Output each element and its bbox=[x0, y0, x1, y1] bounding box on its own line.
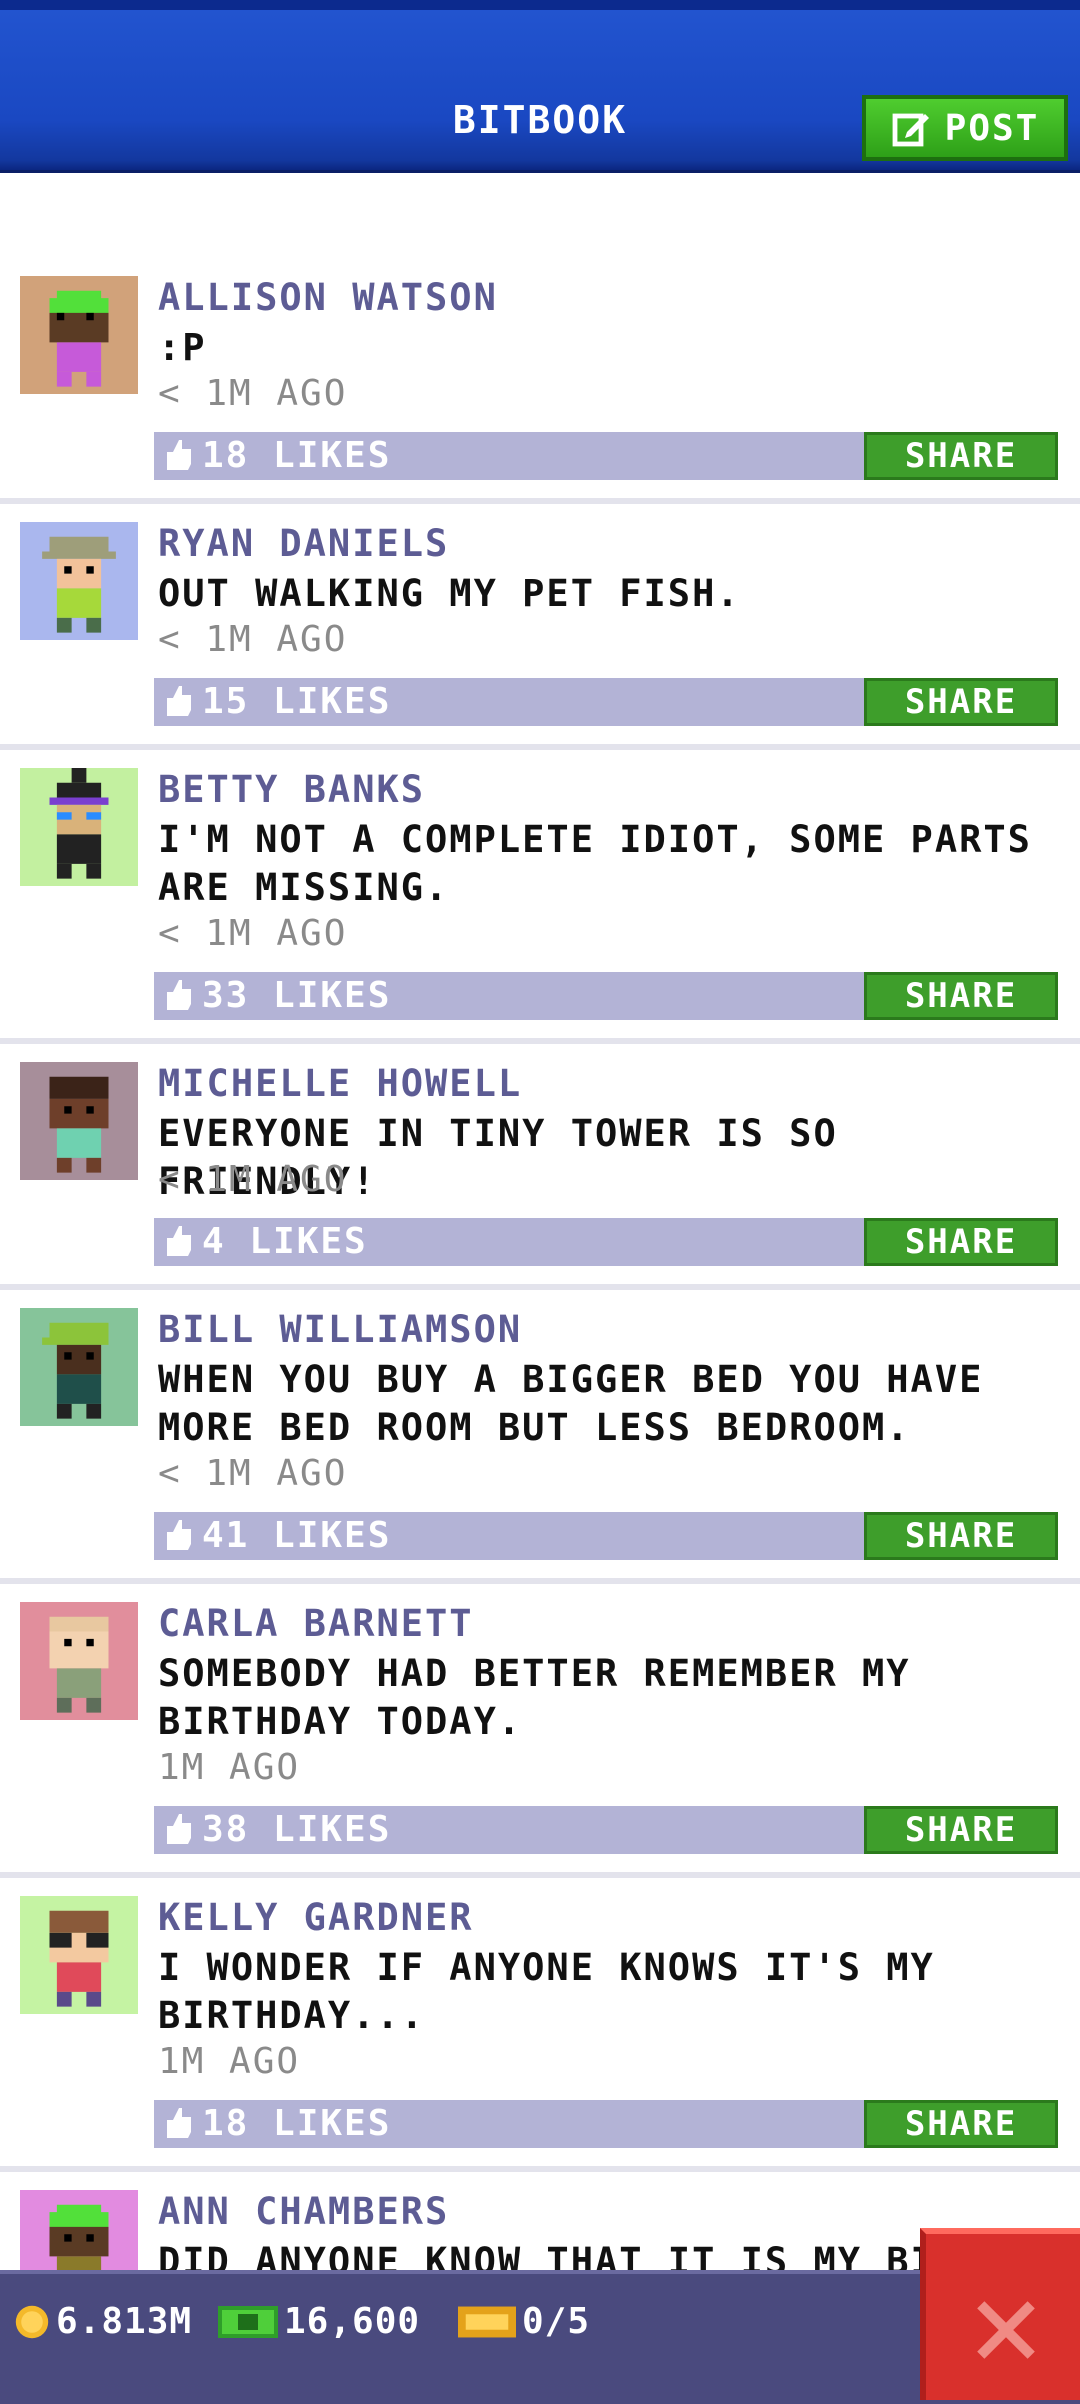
avatar bbox=[20, 1896, 138, 2014]
share-button[interactable]: SHARE bbox=[864, 678, 1058, 726]
thumbs-up-icon[interactable] bbox=[164, 686, 194, 716]
post-button-label: POST bbox=[944, 107, 1040, 149]
post-author[interactable]: KELLY GARDNER bbox=[158, 1896, 474, 1940]
avatar bbox=[20, 768, 138, 886]
post-time: < 1M AGO bbox=[158, 373, 348, 414]
share-button[interactable]: SHARE bbox=[864, 2100, 1058, 2148]
post-message: :P bbox=[158, 326, 207, 369]
ticket-balance: 0/5 bbox=[458, 2292, 590, 2352]
thumbs-up-icon[interactable] bbox=[164, 1226, 194, 1256]
post-time: < 1M AGO bbox=[158, 913, 348, 954]
avatar bbox=[20, 522, 138, 640]
bux-amount: 16,600 bbox=[284, 2301, 421, 2342]
avatar bbox=[20, 1602, 138, 1720]
app-header: BITBOOK POST bbox=[0, 0, 1080, 173]
post-button[interactable]: POST bbox=[862, 95, 1068, 161]
like-count: 18 LIKES bbox=[202, 2103, 392, 2144]
post-message: I'M NOT A COMPLETE IDIOT, SOME PARTS ARE… bbox=[158, 818, 1032, 909]
thumbs-up-icon[interactable] bbox=[164, 2108, 194, 2138]
status-bar: 6.813M 16,600 0/5 bbox=[0, 2270, 1080, 2404]
bux-icon bbox=[218, 2306, 278, 2338]
post-author[interactable]: ANN CHAMBERS bbox=[158, 2190, 449, 2234]
post-message: WHEN YOU BUY A BIGGER BED YOU HAVE MORE … bbox=[158, 1358, 984, 1449]
coin-icon bbox=[15, 2305, 49, 2339]
edit-icon bbox=[892, 113, 929, 147]
share-button[interactable]: SHARE bbox=[864, 972, 1058, 1020]
thumbs-up-icon[interactable] bbox=[164, 1814, 194, 1844]
post-time: 1M AGO bbox=[158, 1747, 301, 1788]
avatar bbox=[20, 276, 138, 394]
thumbs-up-icon[interactable] bbox=[164, 1520, 194, 1550]
post-time: 1M AGO bbox=[158, 2041, 301, 2082]
share-button[interactable]: SHARE bbox=[864, 432, 1058, 480]
coin-amount: 6.813M bbox=[56, 2301, 193, 2342]
post-author[interactable]: MICHELLE HOWELL bbox=[158, 1062, 522, 1106]
post-message: OUT WALKING MY PET FISH. bbox=[158, 572, 741, 615]
thumbs-up-icon[interactable] bbox=[164, 980, 194, 1010]
divider bbox=[0, 1872, 1080, 1878]
avatar bbox=[20, 1308, 138, 1426]
like-count: 18 LIKES bbox=[202, 435, 392, 476]
thumbs-up-icon[interactable] bbox=[164, 440, 194, 470]
avatar bbox=[20, 1062, 138, 1180]
post-author[interactable]: CARLA BARNETT bbox=[158, 1602, 474, 1646]
like-bar: 15 LIKES SHARE bbox=[154, 678, 1058, 726]
like-bar: 18 LIKES SHARE bbox=[154, 2100, 1058, 2148]
like-count: 4 LIKES bbox=[202, 1221, 368, 1262]
like-bar: 41 LIKES SHARE bbox=[154, 1512, 1058, 1560]
post-message: SOMEBODY HAD BETTER REMEMBER MY BIRTHDAY… bbox=[158, 1652, 911, 1743]
post-message: I WONDER IF ANYONE KNOWS IT'S MY BIRTHDA… bbox=[158, 1946, 935, 2037]
post-author[interactable]: RYAN DANIELS bbox=[158, 522, 449, 566]
post-time: < 1M AGO bbox=[158, 619, 348, 660]
like-bar: 38 LIKES SHARE bbox=[154, 1806, 1058, 1854]
post-author[interactable]: BETTY BANKS bbox=[158, 768, 425, 812]
post-author[interactable]: ALLISON WATSON bbox=[158, 276, 498, 320]
ticket-icon bbox=[458, 2306, 516, 2338]
divider bbox=[0, 1038, 1080, 1044]
like-bar: 18 LIKES SHARE bbox=[154, 432, 1058, 480]
post-time: < 1M AGO bbox=[158, 1453, 348, 1494]
close-button[interactable] bbox=[920, 2228, 1080, 2400]
post-author[interactable]: BILL WILLIAMSON bbox=[158, 1308, 522, 1352]
like-bar: 33 LIKES SHARE bbox=[154, 972, 1058, 1020]
ticket-amount: 0/5 bbox=[522, 2301, 591, 2342]
coin-balance: 6.813M bbox=[14, 2292, 192, 2352]
like-bar: 4 LIKES SHARE bbox=[154, 1218, 1058, 1266]
like-count: 38 LIKES bbox=[202, 1809, 392, 1850]
share-button[interactable]: SHARE bbox=[864, 1512, 1058, 1560]
share-button[interactable]: SHARE bbox=[864, 1806, 1058, 1854]
divider bbox=[0, 2166, 1080, 2172]
close-icon bbox=[977, 2301, 1035, 2359]
share-button[interactable]: SHARE bbox=[864, 1218, 1058, 1266]
divider bbox=[0, 498, 1080, 504]
bux-balance: 16,600 bbox=[218, 2292, 420, 2352]
like-count: 15 LIKES bbox=[202, 681, 392, 722]
divider bbox=[0, 1578, 1080, 1584]
like-count: 41 LIKES bbox=[202, 1515, 392, 1556]
like-count: 33 LIKES bbox=[202, 975, 392, 1016]
divider bbox=[0, 1284, 1080, 1290]
divider bbox=[0, 744, 1080, 750]
post-time: < 1M AGO bbox=[158, 1159, 348, 1200]
